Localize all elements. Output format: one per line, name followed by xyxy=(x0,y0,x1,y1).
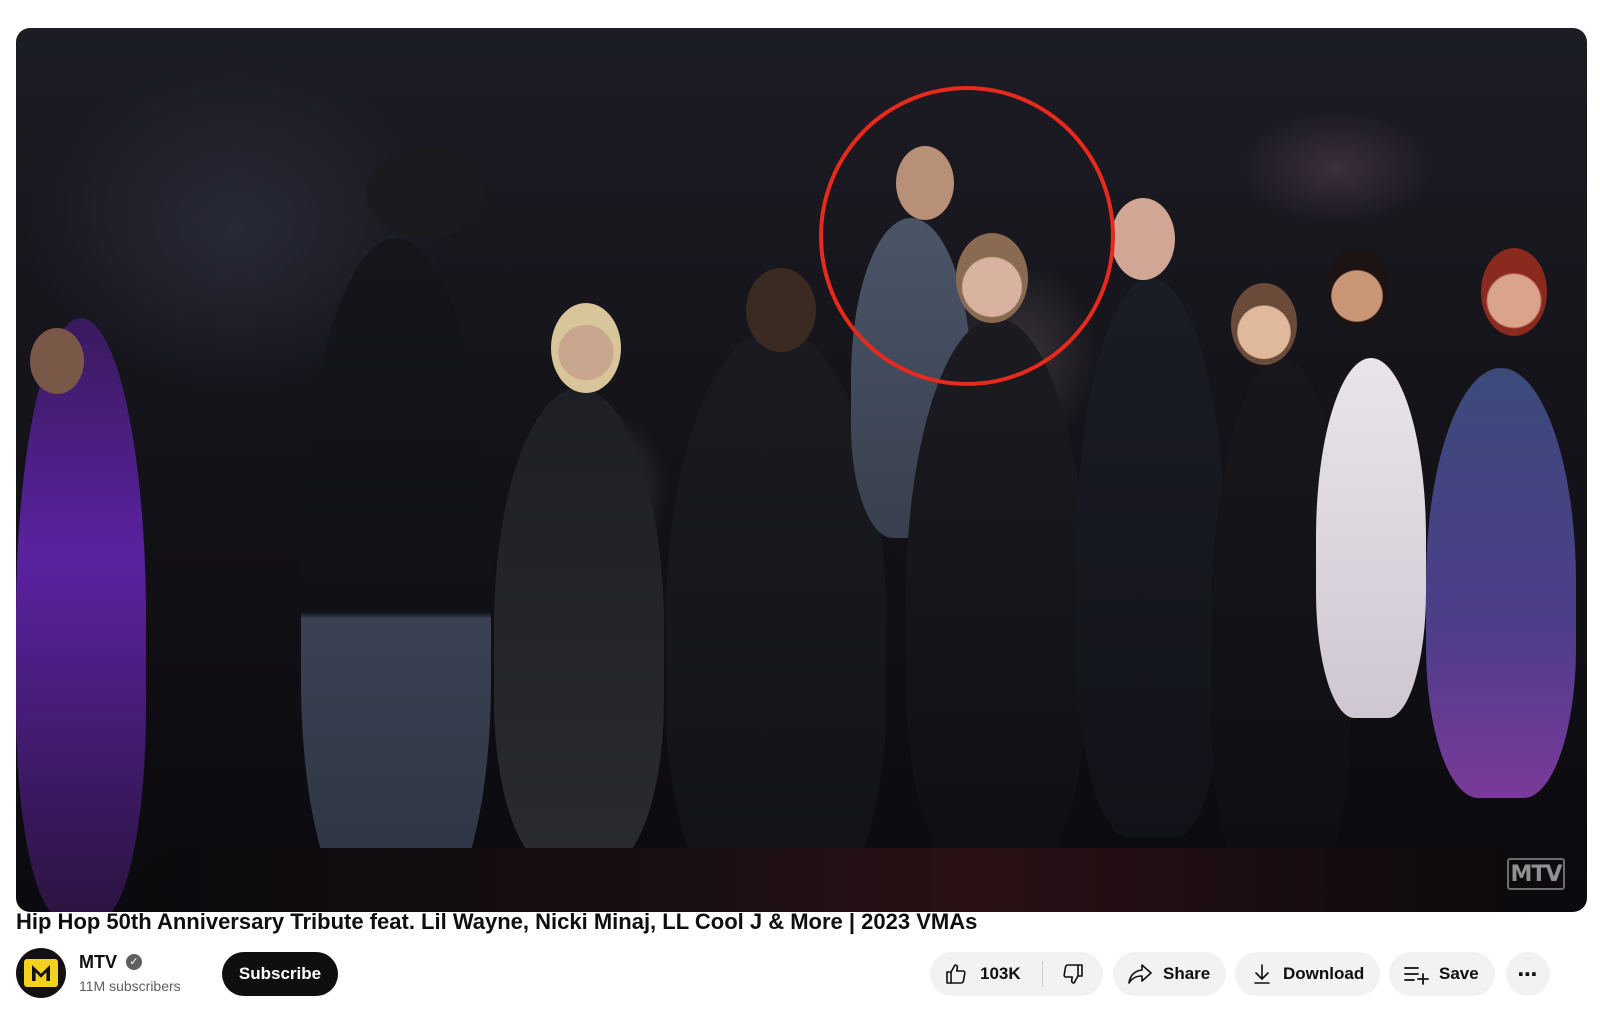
audience-figure xyxy=(16,318,146,912)
video-player[interactable]: MTV xyxy=(16,28,1587,912)
channel-avatar[interactable] xyxy=(16,948,66,998)
save-label: Save xyxy=(1439,964,1479,983)
download-button[interactable]: Download xyxy=(1235,952,1380,996)
audience-figure xyxy=(1076,278,1226,838)
audience-figure xyxy=(906,318,1086,878)
like-button[interactable]: 103K xyxy=(930,952,1042,996)
channel-name[interactable]: MTV xyxy=(79,952,117,973)
audience-figure xyxy=(1326,248,1388,328)
audience-figure xyxy=(1111,198,1175,280)
save-button[interactable]: Save xyxy=(1389,952,1495,996)
crowd-heads-foreground xyxy=(136,848,1536,912)
audience-figure xyxy=(1481,248,1547,336)
download-label: Download xyxy=(1283,964,1365,983)
audience-figure xyxy=(746,268,816,352)
video-title: Hip Hop 50th Anniversary Tribute feat. L… xyxy=(16,909,978,934)
share-button[interactable]: Share xyxy=(1113,952,1226,996)
subscriber-count: 11M subscribers xyxy=(79,978,181,994)
channel-action-row: MTV ✓ 11M subscribers Subscribe 103K Sha… xyxy=(16,948,1587,1000)
performer-figure xyxy=(366,148,486,238)
like-count: 103K xyxy=(980,964,1021,983)
share-arrow-icon xyxy=(1128,964,1152,984)
audience-figure xyxy=(1316,358,1426,718)
share-label: Share xyxy=(1163,964,1211,983)
audience-figure xyxy=(1426,368,1576,798)
audience-figure xyxy=(551,303,621,393)
thumbs-up-icon xyxy=(946,964,966,984)
subscribe-button[interactable]: Subscribe xyxy=(222,952,338,996)
more-actions-button[interactable]: ⋯ xyxy=(1506,952,1550,996)
highlight-circle-annotation xyxy=(819,86,1115,386)
like-dislike-group: 103K xyxy=(930,952,1103,996)
download-icon xyxy=(1254,964,1270,984)
audience-figure xyxy=(30,328,84,394)
mtv-watermark-logo: MTV xyxy=(1507,858,1565,890)
performer-figure xyxy=(301,238,491,912)
mtv-logo-icon xyxy=(24,959,58,987)
audience-figure xyxy=(1231,283,1297,365)
dislike-button[interactable] xyxy=(1043,952,1103,996)
playlist-add-icon xyxy=(1404,967,1429,985)
audience-figure xyxy=(494,388,664,868)
thumbs-down-icon xyxy=(1063,964,1083,984)
verified-check-icon: ✓ xyxy=(126,954,142,970)
